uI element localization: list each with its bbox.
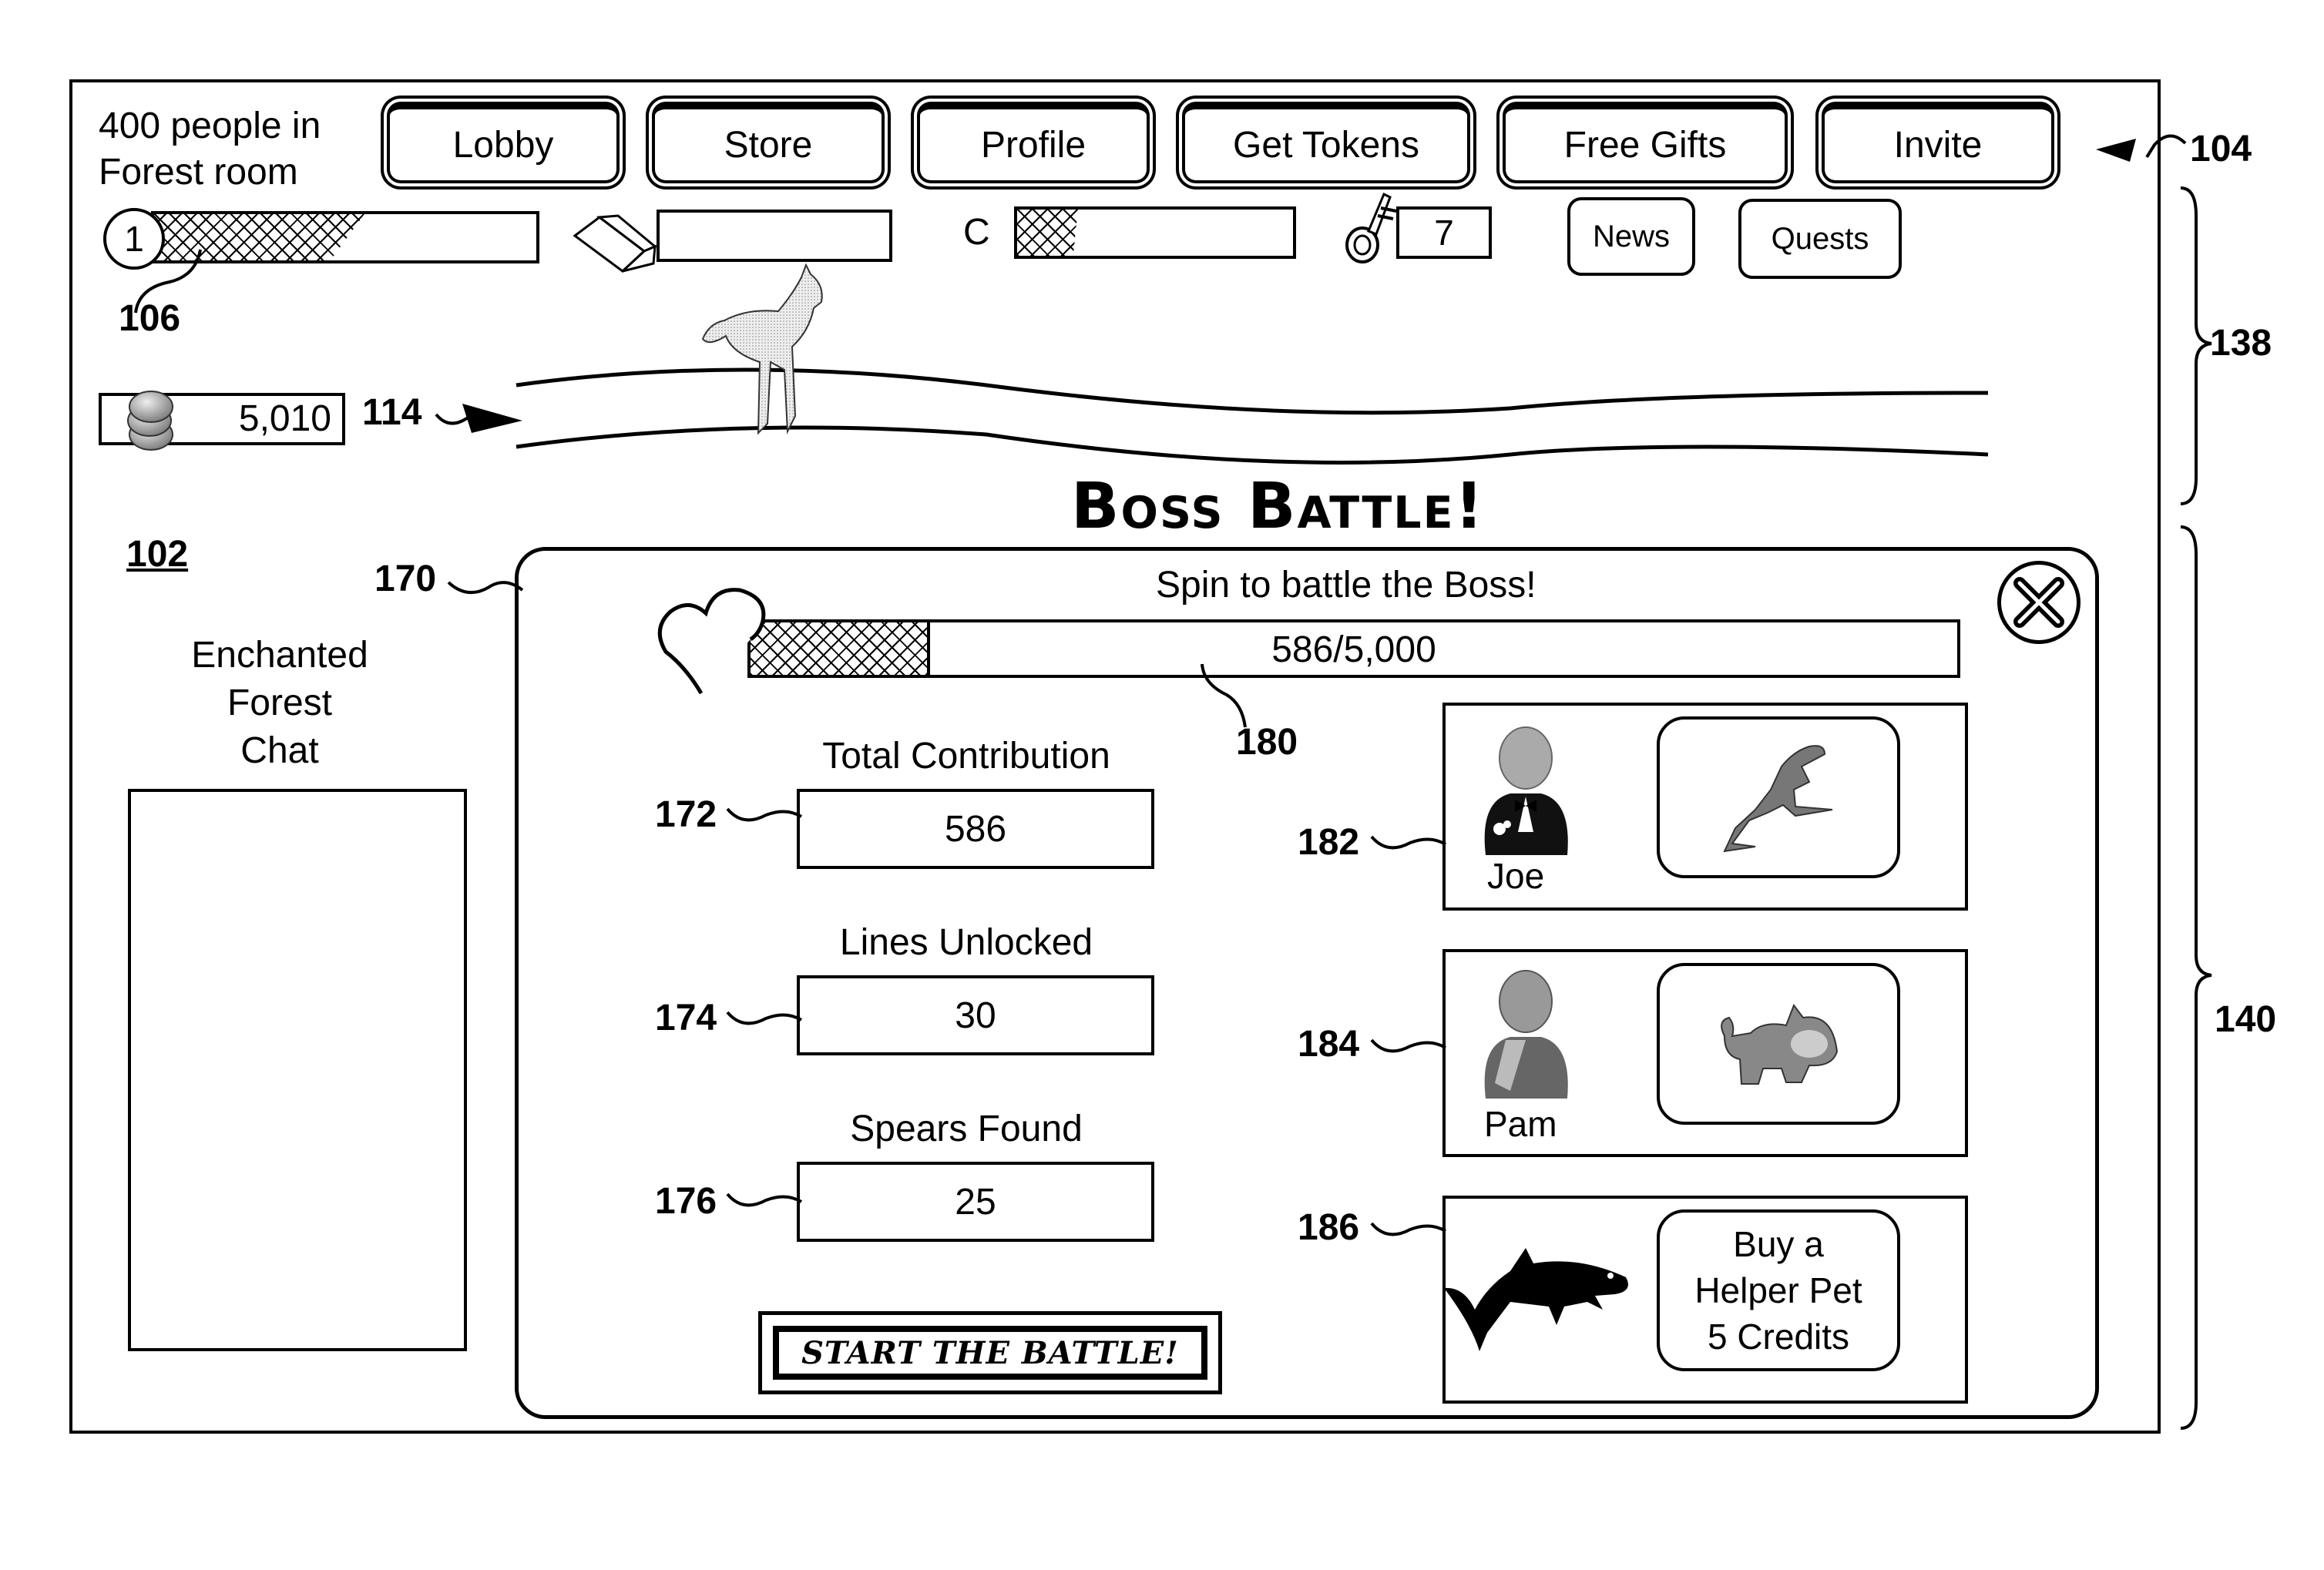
ref-label-114: 114 [362,392,422,433]
c-progress-bar [1014,206,1296,259]
buy-helper-pet-button[interactable]: Buy a Helper Pet 5 Credits [1657,1209,1900,1371]
ref-label-184: 184 [1298,1024,1360,1065]
chat-title-line: Forest [227,683,333,723]
nav-label: Store [724,124,813,166]
ref-arrow-104 [2096,134,2187,162]
c-label: C [963,212,990,253]
ref-leader-182 [1370,835,1447,850]
keys-count: 7 [1396,206,1492,259]
total-contribution-value: 586 [797,789,1154,869]
chat-title: Enchanted Forest Chat [154,632,405,775]
ref-label-104: 104 [2190,129,2252,169]
brace-140 [2180,525,2212,1430]
ref-label-174: 174 [655,998,717,1038]
nav-profile-button[interactable]: Profile [917,102,1150,183]
boss-subtitle: Spin to battle the Boss! [1156,565,1536,606]
helper-pet-card-pam[interactable] [1657,963,1900,1125]
start-battle-button[interactable]: START THE BATTLE! [758,1311,1222,1394]
nav-invite-button[interactable]: Invite [1822,102,2054,183]
ref-leader-174 [726,1011,803,1025]
ref-leader-172 [726,807,803,822]
lines-unlocked-value: 30 [797,975,1154,1055]
coins-value: 5,010 [238,398,331,439]
ref-label-102: 102 [126,534,189,575]
ref-label-180: 180 [1236,722,1298,763]
close-button[interactable] [1997,561,2081,644]
gold-progress-bar [657,210,892,262]
helper-name-joe: Joe [1487,856,1545,896]
ref-label-172: 172 [655,794,717,835]
buy-price: 5 Credits [1707,1317,1850,1357]
nav-label: Get Tokens [1233,124,1419,166]
ref-label-170: 170 [374,559,437,599]
stat-value: 586 [944,808,1007,850]
nav-label: Free Gifts [1563,124,1727,166]
buy-line: Helper Pet [1694,1270,1862,1310]
frog-icon [1723,745,1833,853]
lines-unlocked-label: Lines Unlocked [839,922,1093,963]
nav-get-tokens-button[interactable]: Get Tokens [1182,102,1470,183]
user-avatar-joe-icon [1484,726,1568,855]
boss-battle-title: Boss Battle! [1071,470,1485,543]
room-count-text: 400 people in [99,106,321,146]
news-label: News [1592,219,1671,253]
gold-bar-icon [573,214,657,273]
nav-label: Invite [1893,124,1983,166]
chat-title-line: Chat [240,730,319,771]
user-avatar-pam-icon [1484,970,1568,1099]
room-population: 400 people in Forest room [99,103,321,196]
helper-name-pam: Pam [1484,1104,1557,1144]
spears-found-label: Spears Found [850,1109,1083,1149]
ref-leader-180 [1201,663,1247,728]
llama-avatar-icon [701,263,823,435]
c-progress-fill [1017,210,1078,256]
ref-label-138: 138 [2210,323,2272,364]
stat-value: 30 [955,995,996,1036]
ref-label-106: 106 [119,298,181,339]
ref-leader-184 [1370,1038,1447,1053]
ref-label-182: 182 [1298,822,1360,863]
stat-value: 25 [955,1181,996,1223]
nav-lobby-button[interactable]: Lobby [387,102,620,183]
nav-label: Lobby [452,124,554,166]
nav-store-button[interactable]: Store [652,102,885,183]
ref-label-176: 176 [655,1181,717,1222]
close-icon [2013,577,2064,628]
ref-label-186: 186 [1298,1207,1360,1248]
ref-leader-176 [726,1193,803,1207]
news-button[interactable]: News [1567,197,1695,276]
dog-icon [1721,1003,1839,1085]
total-contribution-label: Total Contribution [822,736,1110,777]
coin-stack-icon [127,391,173,451]
quests-label: Quests [1771,221,1869,256]
spears-found-value: 25 [797,1162,1154,1242]
shark-icon [1444,1248,1628,1351]
buy-line: Buy a [1733,1224,1824,1264]
ref-leader-186 [1370,1222,1447,1236]
quests-button[interactable]: Quests [1738,199,1902,279]
nav-free-gifts-button[interactable]: Free Gifts [1503,102,1788,183]
heart-icon [657,588,766,695]
ref-label-140: 140 [2215,999,2277,1040]
helper-pet-card-joe[interactable] [1657,716,1900,878]
keys-value: 7 [1434,213,1454,253]
chat-box[interactable] [128,789,467,1351]
room-name-text: Forest room [99,152,298,193]
chat-title-line: Enchanted [191,635,368,676]
nav-label: Profile [980,124,1086,166]
start-battle-label: START THE BATTLE! [801,1334,1179,1371]
level-progress-bar [151,211,539,263]
boss-health-text: 586/5,000 [1271,629,1436,670]
boss-health-bar: 586/5,000 [747,619,1960,678]
